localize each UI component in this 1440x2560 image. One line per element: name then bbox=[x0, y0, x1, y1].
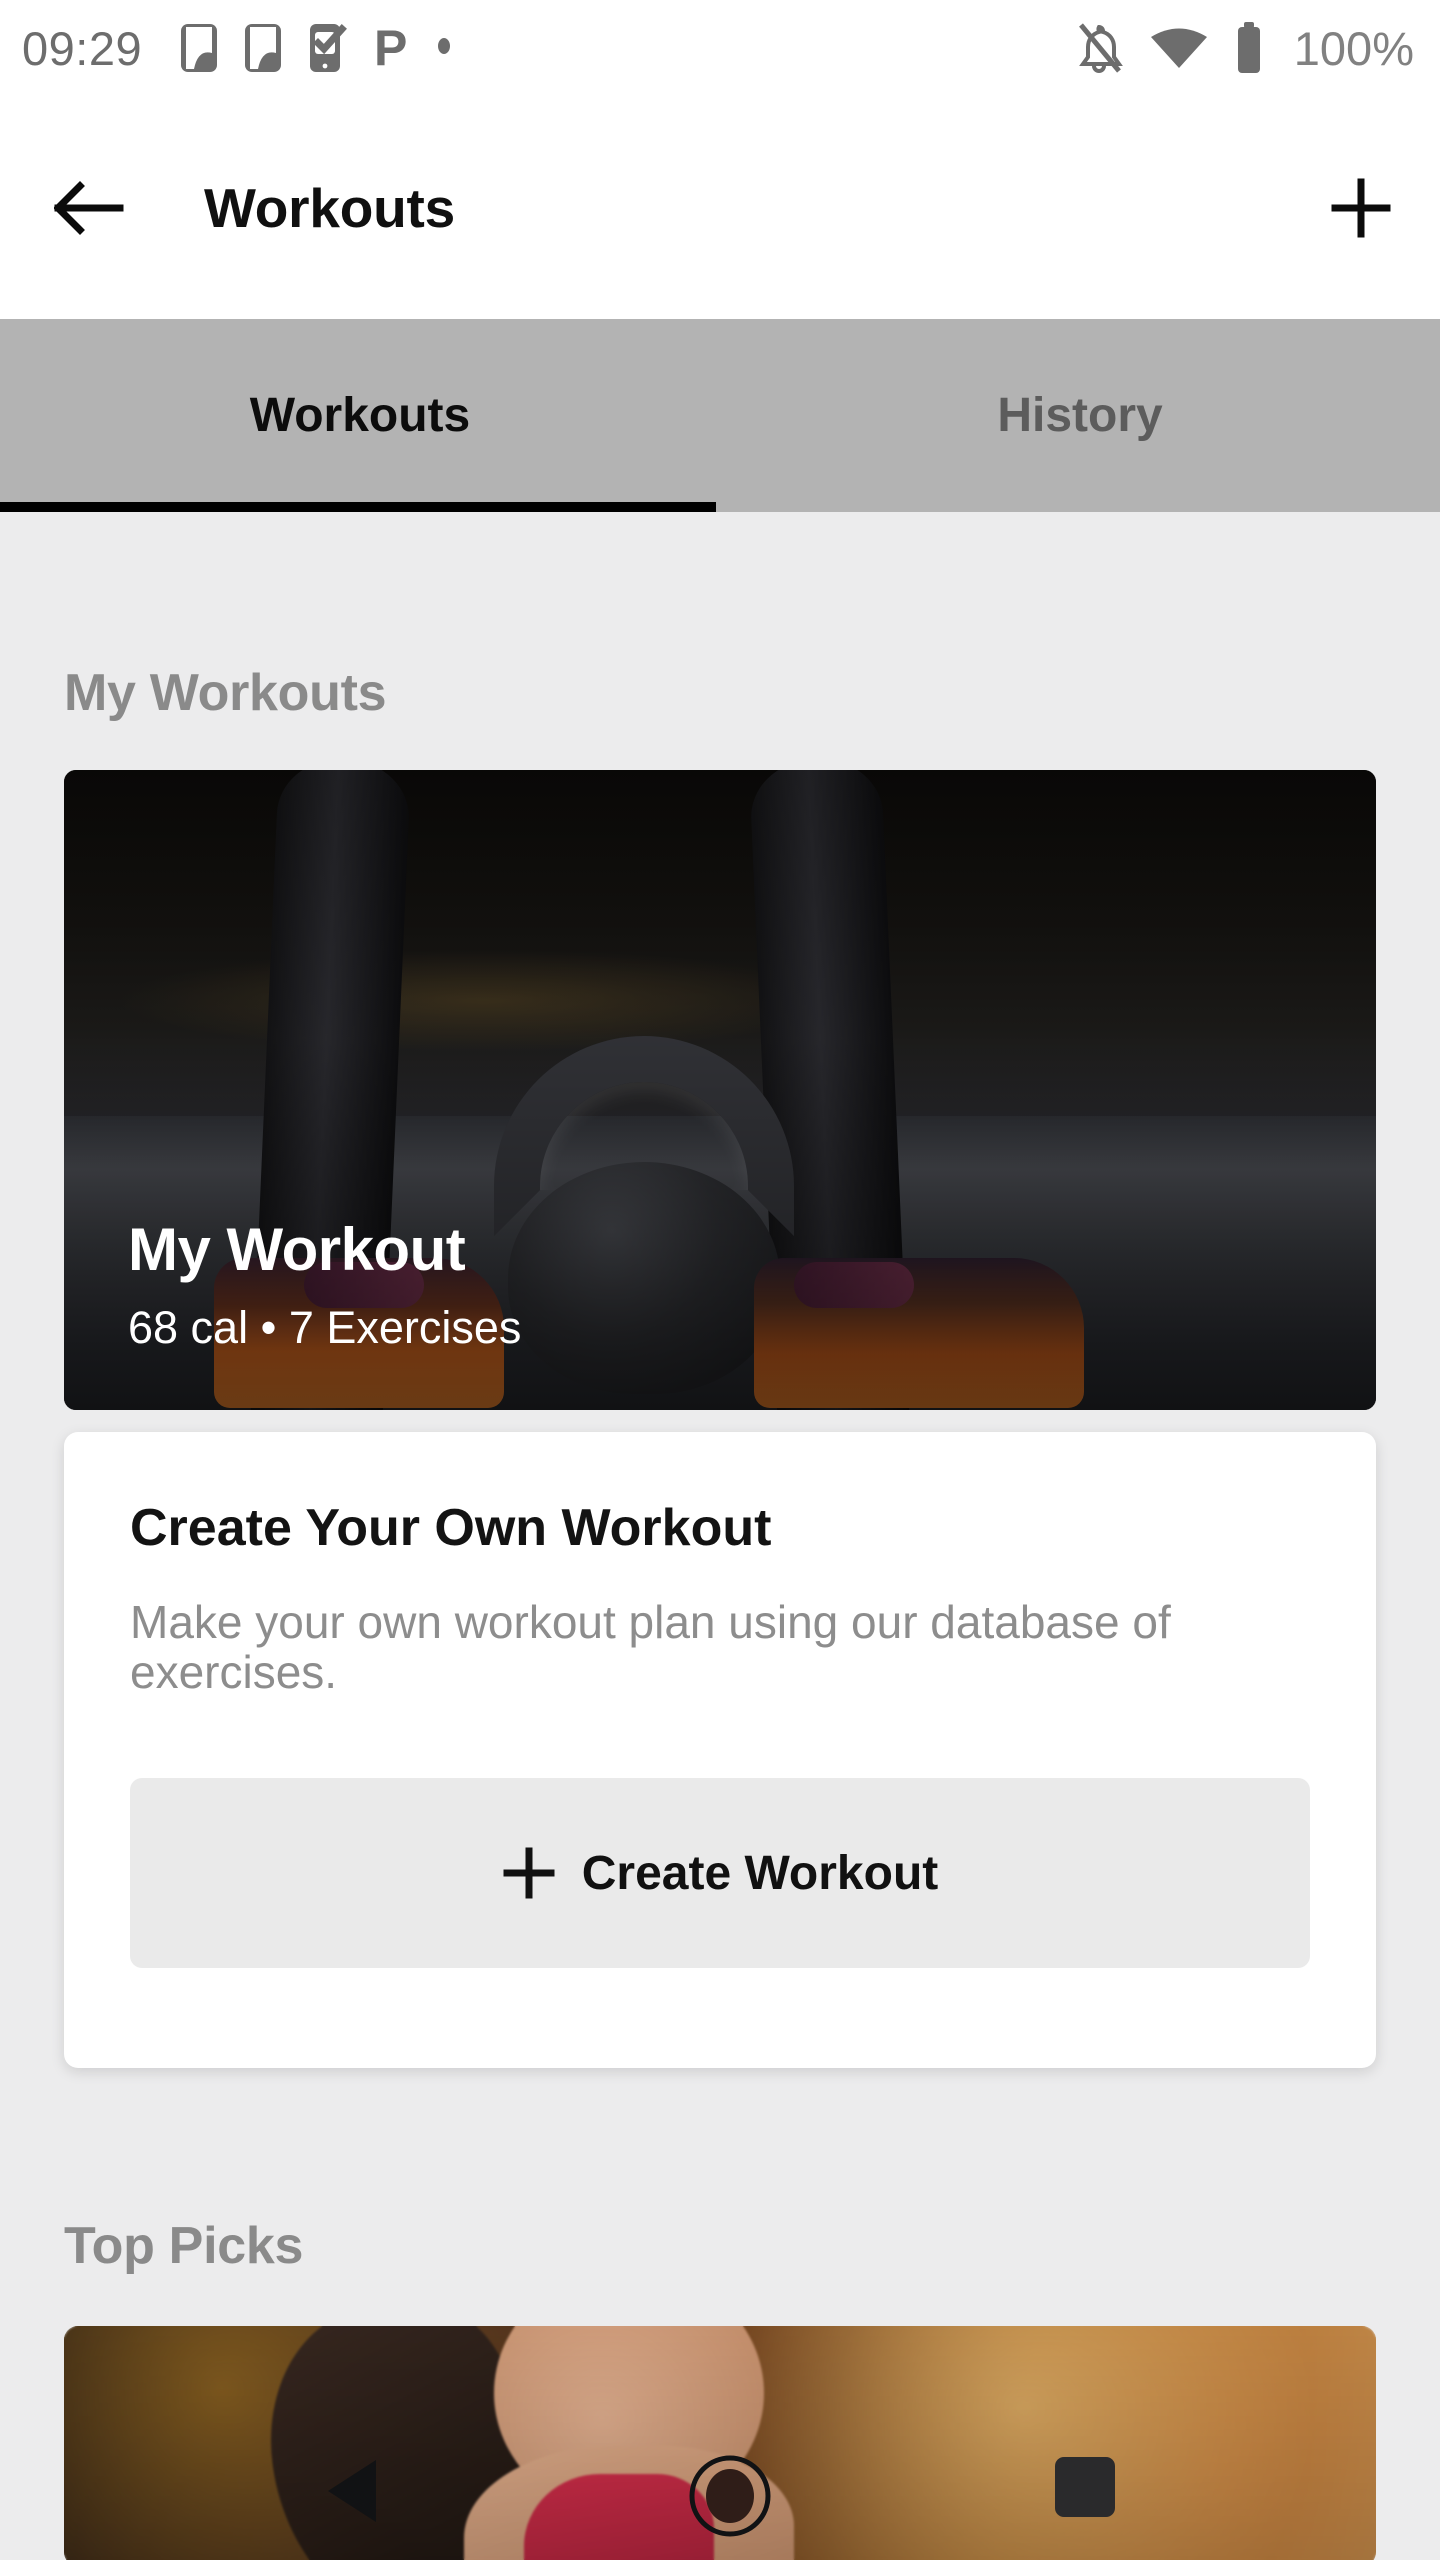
workout-card-text: My Workout 68 cal • 7 Exercises bbox=[128, 1215, 521, 1354]
battery-full-icon bbox=[1234, 22, 1264, 74]
content-scroll-area[interactable]: My Workouts My Workout 68 cal • 7 Exerci… bbox=[0, 512, 1440, 2560]
status-bar-notification-icons: P bbox=[180, 20, 452, 76]
wifi-icon bbox=[1150, 24, 1208, 72]
status-bar-clock: 09:29 bbox=[22, 21, 143, 75]
nav-home-circle-icon[interactable] bbox=[688, 2454, 772, 2538]
create-workout-button[interactable]: Create Workout bbox=[130, 1778, 1310, 1968]
create-workout-card: Create Your Own Workout Make your own wo… bbox=[64, 1432, 1376, 2068]
section-title-my-workouts: My Workouts bbox=[64, 664, 387, 722]
app-screen: 09:29 P 100% Workouts Workouts History M… bbox=[0, 0, 1440, 2560]
bell-off-icon bbox=[1074, 22, 1124, 74]
arrow-left-icon[interactable] bbox=[53, 180, 124, 236]
tab-history-label: History bbox=[997, 389, 1163, 442]
tab-active-indicator bbox=[0, 502, 716, 512]
tab-workouts[interactable]: Workouts bbox=[0, 319, 720, 512]
nav-recents-square-icon[interactable] bbox=[1052, 2454, 1118, 2520]
phone-icon bbox=[244, 23, 282, 73]
create-workout-title: Create Your Own Workout bbox=[130, 1499, 772, 1557]
workout-card-my-workout[interactable]: My Workout 68 cal • 7 Exercises bbox=[64, 770, 1376, 1410]
status-bar: 09:29 P 100% bbox=[0, 0, 1440, 96]
battery-percentage-label: 100% bbox=[1293, 21, 1414, 75]
tab-history[interactable]: History bbox=[720, 319, 1440, 512]
plus-icon[interactable] bbox=[1330, 177, 1392, 239]
android-navigation-bar bbox=[0, 2410, 1440, 2560]
dot-icon bbox=[436, 23, 452, 73]
letter-p-icon: P bbox=[374, 20, 410, 76]
workout-card-title: My Workout bbox=[128, 1216, 466, 1283]
phone-checklist-icon bbox=[308, 23, 348, 73]
page-title: Workouts bbox=[204, 176, 456, 239]
tab-bar: Workouts History bbox=[0, 319, 1440, 512]
svg-text:P: P bbox=[374, 23, 407, 73]
phone-icon bbox=[180, 23, 218, 73]
status-bar-system-icons: 100% bbox=[1074, 22, 1414, 74]
nav-back-triangle-icon[interactable] bbox=[318, 2454, 388, 2528]
create-workout-button-label: Create Workout bbox=[581, 1846, 939, 1900]
workout-card-subtitle: 68 cal • 7 Exercises bbox=[128, 1302, 522, 1353]
plus-icon bbox=[502, 1846, 556, 1900]
app-bar: Workouts bbox=[0, 96, 1440, 319]
tab-workouts-label: Workouts bbox=[249, 389, 471, 442]
create-workout-description: Make your own workout plan using our dat… bbox=[130, 1596, 1171, 1698]
section-title-top-picks: Top Picks bbox=[64, 2217, 304, 2275]
